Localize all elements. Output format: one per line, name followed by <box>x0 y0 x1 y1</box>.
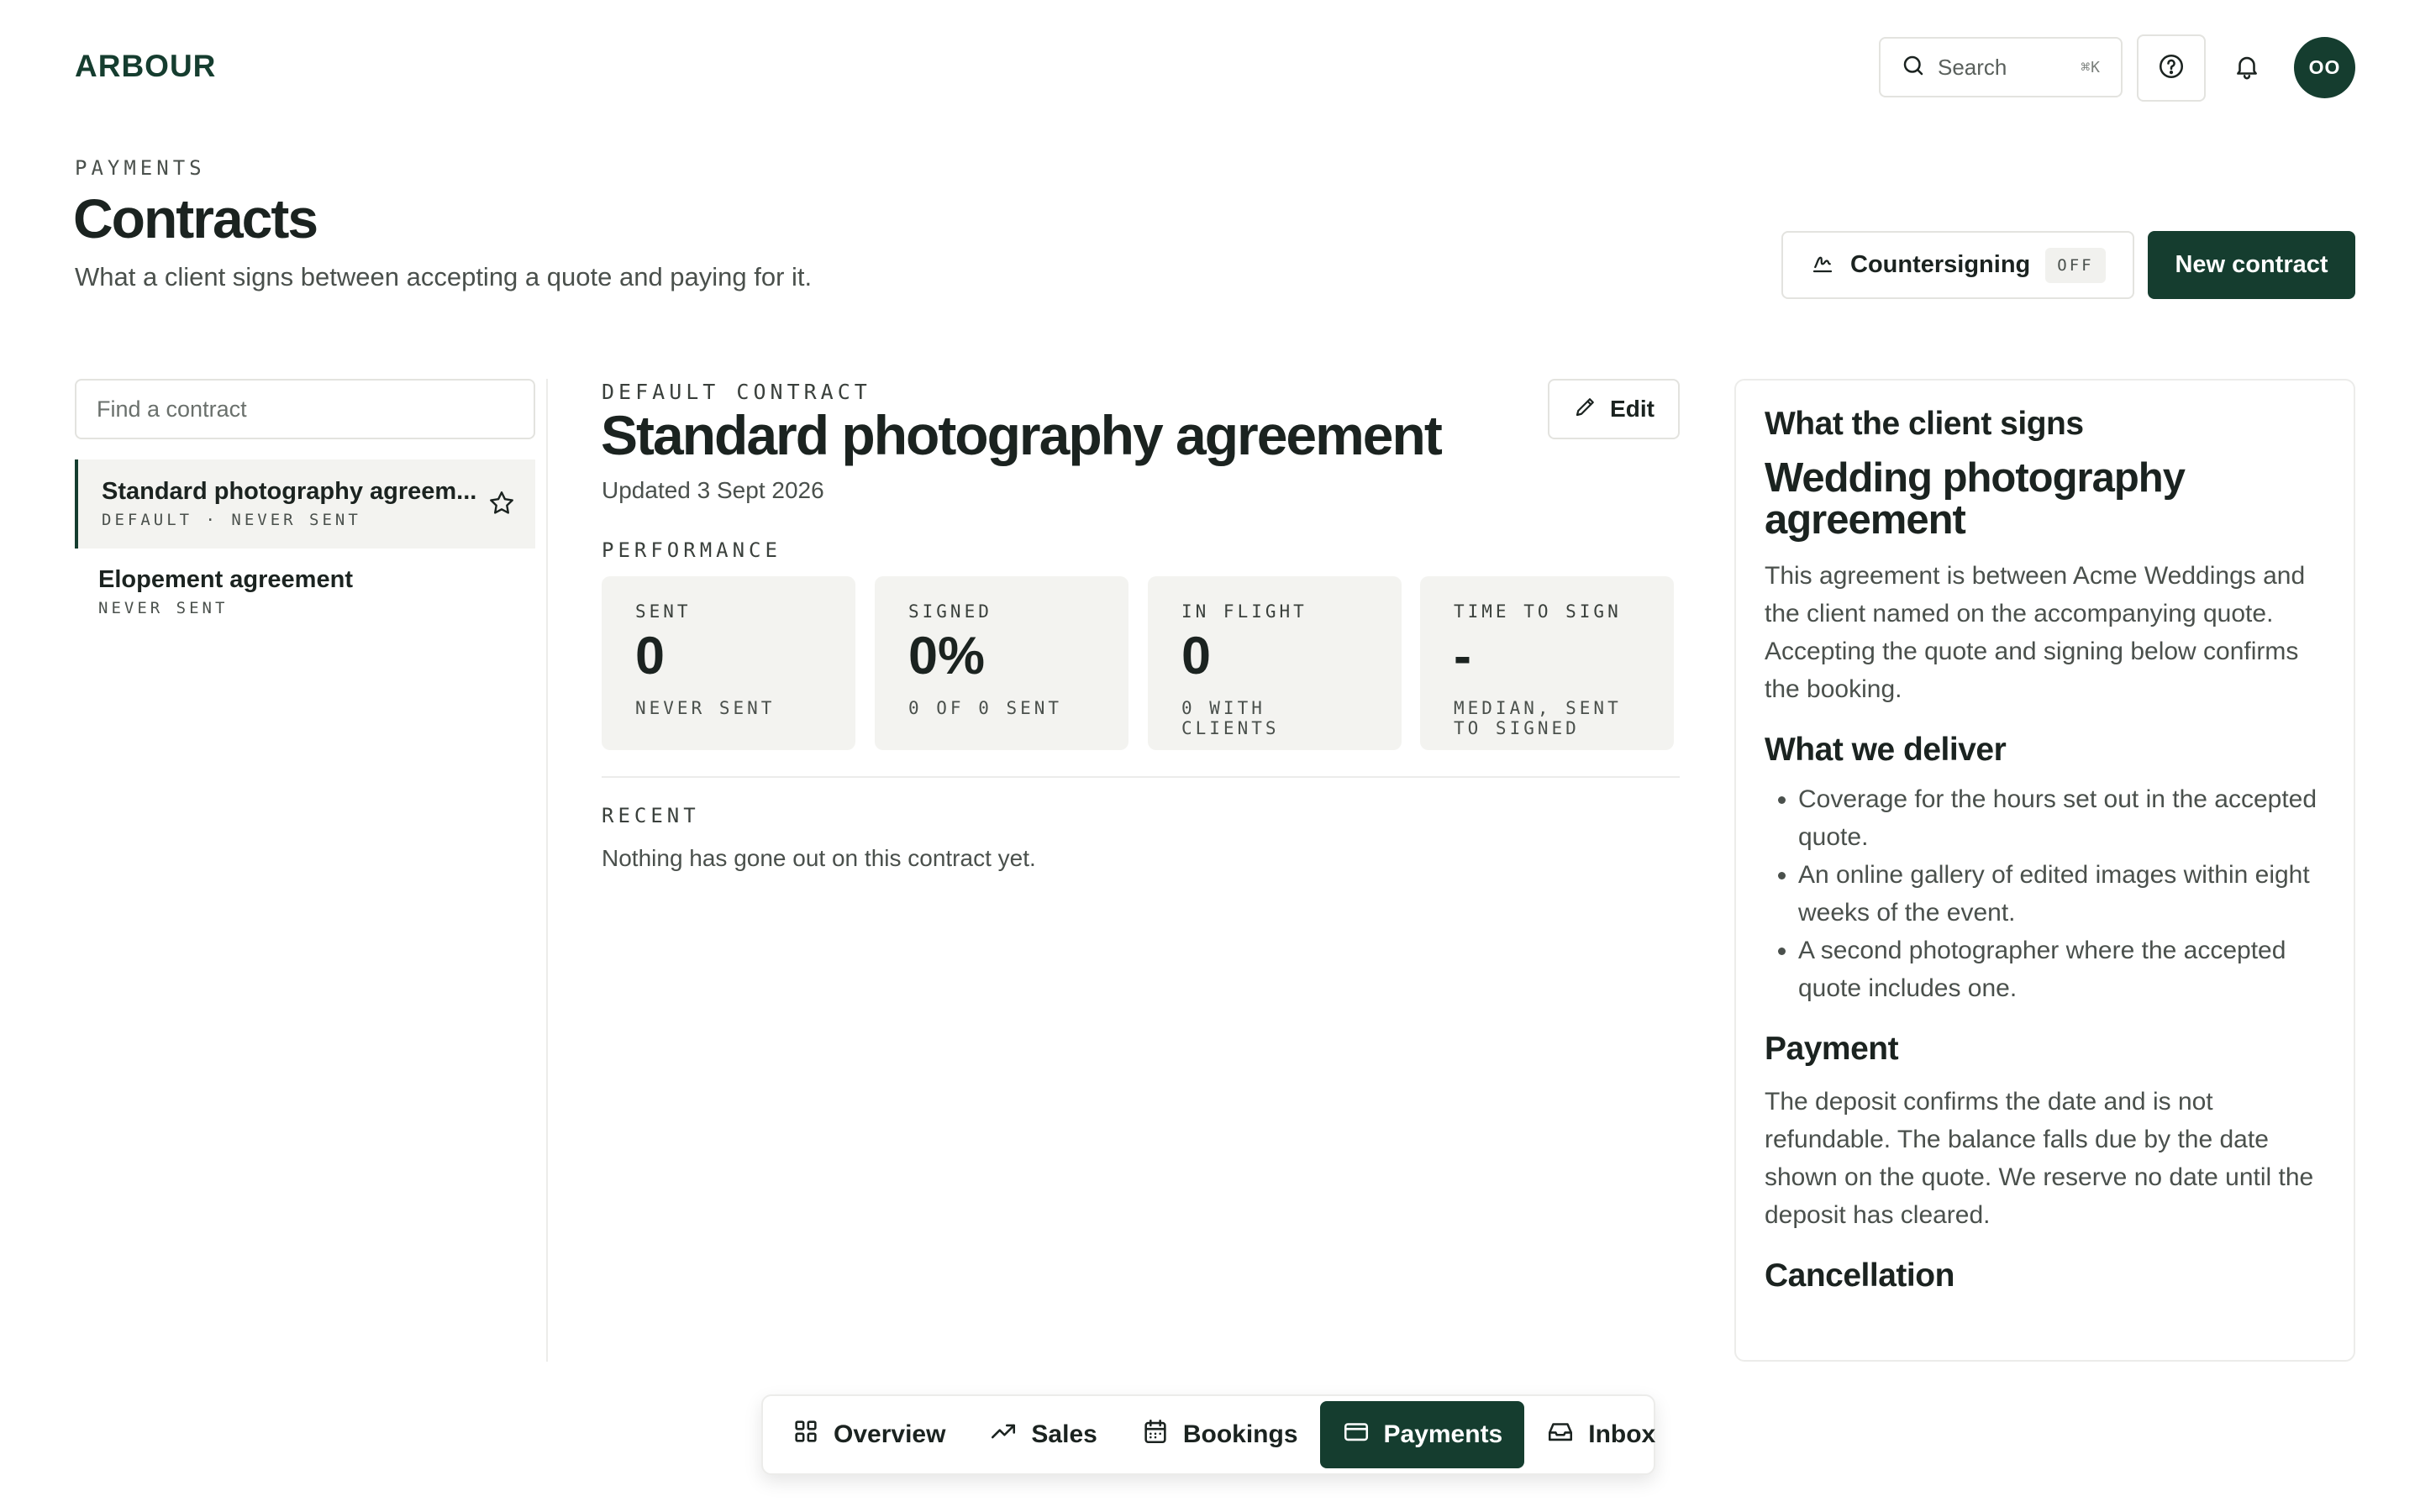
stat-label: SIGNED <box>908 601 992 622</box>
contract-eyebrow: DEFAULT CONTRACT <box>602 380 871 404</box>
pencil-icon <box>1573 394 1610 425</box>
nav-overview[interactable]: Overview <box>770 1401 967 1468</box>
list-item: A second photographer where the accepted… <box>1798 932 2325 1007</box>
nav-label: Sales <box>1031 1420 1097 1448</box>
stat-card-signed: SIGNED 0% 0 OF 0 SENT <box>875 576 1128 750</box>
recent-empty-state: Nothing has gone out on this contract ye… <box>602 845 1036 871</box>
grid-icon <box>792 1417 834 1452</box>
section-divider <box>602 776 1680 778</box>
contract-list-item[interactable]: Elopement agreement NEVER SENT <box>75 548 535 637</box>
page-title: Contracts <box>73 187 318 249</box>
find-contract-input[interactable] <box>75 379 535 439</box>
contract-preview-panel[interactable]: What the client signs Wedding photograph… <box>1734 379 2355 1362</box>
countersigning-label: Countersigning <box>1850 251 2031 278</box>
preview-payment-heading: Payment <box>1765 1030 1899 1067</box>
nav-payments[interactable]: Payments <box>1319 1401 1525 1468</box>
help-button[interactable] <box>2137 34 2206 102</box>
countersigning-state-badge: OFF <box>2045 247 2106 283</box>
nav-label: Bookings <box>1182 1420 1298 1448</box>
app-logo[interactable]: ARBOUR <box>75 49 216 84</box>
contract-list-item-title: Standard photography agreem... <box>102 478 477 505</box>
stat-value: - <box>1454 627 1471 685</box>
stat-card-time-to-sign: TIME TO SIGN - MEDIAN, SENT TO SIGNED <box>1420 576 1674 750</box>
help-circle-icon <box>2157 52 2186 85</box>
new-contract-button[interactable]: New contract <box>2148 231 2355 299</box>
trend-up-icon <box>989 1417 1031 1452</box>
stat-value: 0 <box>635 627 666 685</box>
recent-label: RECENT <box>602 804 700 827</box>
search-button[interactable]: Search ⌘K <box>1879 37 2123 97</box>
page-subtitle: What a client signs between accepting a … <box>75 262 813 291</box>
nav-sales[interactable]: Sales <box>967 1401 1118 1468</box>
stat-sub: 0 WITH CLIENTS <box>1181 698 1280 739</box>
stat-sub: NEVER SENT <box>635 698 776 718</box>
card-icon <box>1342 1417 1384 1452</box>
contract-list-item-meta: DEFAULT · NEVER SENT <box>102 511 361 529</box>
contract-list-item[interactable]: Standard photography agreem... DEFAULT ·… <box>75 459 535 549</box>
nav-label: Inbox <box>1588 1420 1656 1448</box>
nav-label: Overview <box>834 1420 946 1448</box>
stat-card-in-flight: IN FLIGHT 0 0 WITH CLIENTS <box>1148 576 1402 750</box>
stat-card-sent: SENT 0 NEVER SENT <box>602 576 855 750</box>
nav-inbox[interactable]: Inbox <box>1524 1401 1677 1468</box>
preview-deliver-heading: What we deliver <box>1765 731 2007 768</box>
preview-intro: This agreement is between Acme Weddings … <box>1765 561 2306 703</box>
contract-updated: Updated 3 Sept 2026 <box>602 477 824 503</box>
edit-contract-button[interactable]: Edit <box>1548 379 1680 439</box>
countersigning-toggle[interactable]: Countersigning OFF <box>1781 231 2134 299</box>
stat-label: IN FLIGHT <box>1181 601 1307 622</box>
preview-deliver-list: Coverage for the hours set out in the ac… <box>1765 780 2325 1007</box>
preview-doc-title: Wedding photography agreement <box>1765 455 2186 543</box>
page-eyebrow: PAYMENTS <box>75 156 206 180</box>
performance-label: PERFORMANCE <box>602 538 781 562</box>
stat-label: SENT <box>635 601 692 622</box>
nav-bookings[interactable]: Bookings <box>1119 1401 1320 1468</box>
search-label: Search <box>1938 54 2007 80</box>
avatar[interactable]: OO <box>2294 37 2355 98</box>
sidebar-divider <box>546 379 548 1362</box>
preview-payment-text: The deposit confirms the date and is not… <box>1765 1087 2314 1229</box>
inbox-icon <box>1546 1417 1588 1452</box>
stat-value: 0 <box>1181 627 1212 685</box>
notifications-button[interactable] <box>2213 34 2281 102</box>
stat-sub: 0 OF 0 SENT <box>908 698 1063 718</box>
edit-label: Edit <box>1610 396 1655 422</box>
bottom-nav: Overview Sales Bookings Payments Inbox <box>761 1394 1655 1475</box>
contract-list-item-meta: NEVER SENT <box>98 599 229 617</box>
preview-heading: What the client signs <box>1765 406 2084 442</box>
search-shortcut: ⌘K <box>2081 58 2101 76</box>
bell-icon <box>2233 52 2261 85</box>
stat-sub: MEDIAN, SENT TO SIGNED <box>1454 698 1622 739</box>
calendar-icon <box>1141 1417 1183 1452</box>
contract-title: Standard photography agreement <box>601 404 1443 466</box>
star-icon[interactable] <box>487 488 517 518</box>
stat-value: 0% <box>908 627 986 685</box>
signature-icon <box>1810 250 1850 280</box>
stat-label: TIME TO SIGN <box>1454 601 1622 622</box>
contract-list-item-title: Elopement agreement <box>98 566 353 593</box>
search-icon <box>1901 53 1938 82</box>
list-item: An online gallery of edited images withi… <box>1798 856 2325 932</box>
list-item: Coverage for the hours set out in the ac… <box>1798 780 2325 856</box>
preview-cancellation-heading: Cancellation <box>1765 1257 1954 1294</box>
nav-label: Payments <box>1383 1420 1503 1448</box>
